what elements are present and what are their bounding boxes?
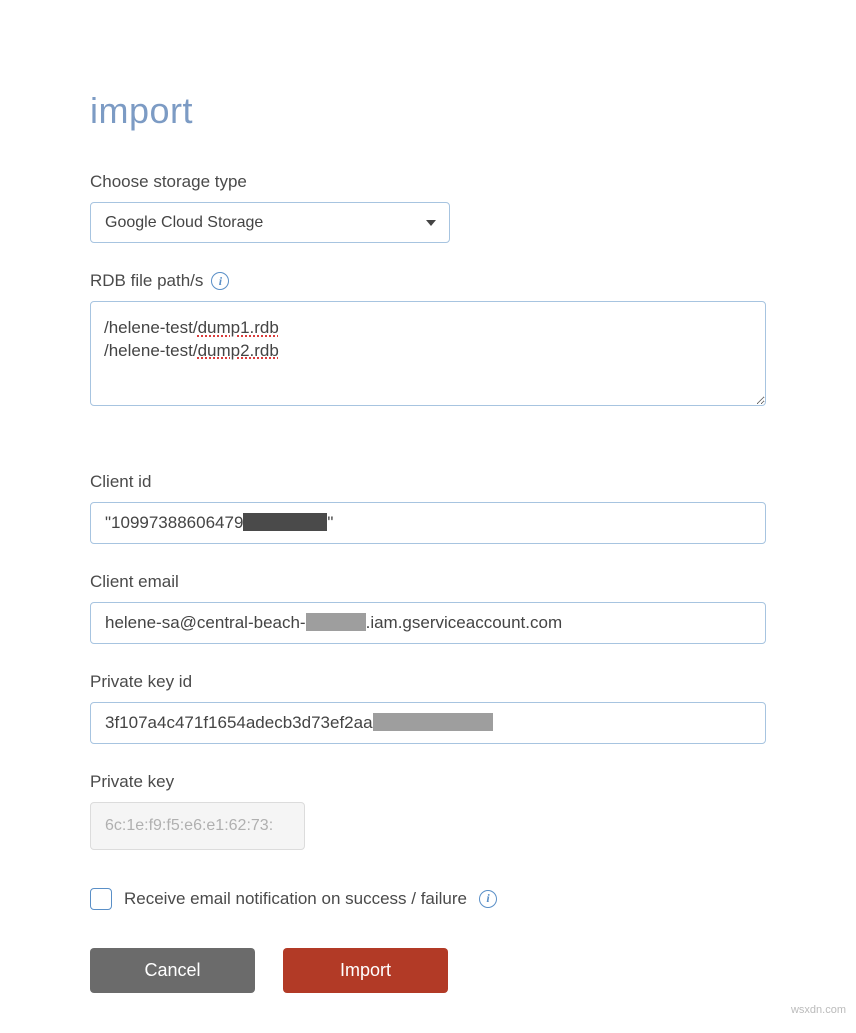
rdb-paths-textarea[interactable] [90, 301, 766, 406]
client-id-suffix: " [327, 513, 333, 533]
info-icon[interactable]: i [211, 272, 229, 290]
private-key-id-redacted [373, 713, 493, 731]
footer-watermark: wsxdn.com [791, 1004, 846, 1016]
client-email-redacted [306, 613, 366, 631]
info-icon[interactable]: i [479, 890, 497, 908]
private-key-group: Private key 6c:1e:f9:f5:e6:e1:62:73: [90, 772, 766, 850]
client-email-prefix: helene-sa@central-beach- [105, 613, 306, 633]
page-title: import [90, 90, 766, 132]
rdb-paths-label-row: RDB file path/s i [90, 271, 766, 291]
client-id-prefix: "10997388606479 [105, 513, 243, 533]
private-key-id-group: Private key id 3f107a4c471f1654adecb3d73… [90, 672, 766, 744]
rdb-paths-group: RDB file path/s i /helene-test/dump1.rdb… [90, 271, 766, 444]
client-email-suffix: .iam.gserviceaccount.com [366, 613, 563, 633]
private-key-label: Private key [90, 772, 766, 792]
client-email-group: Client email helene-sa@central-beach- .ia… [90, 572, 766, 644]
client-id-label: Client id [90, 472, 766, 492]
import-button[interactable]: Import [283, 948, 448, 993]
client-email-input[interactable]: helene-sa@central-beach- .iam.gserviceacc… [90, 602, 766, 644]
private-key-id-prefix: 3f107a4c471f1654adecb3d73ef2aa [105, 713, 373, 733]
storage-type-group: Choose storage type Google Cloud Storage [90, 172, 766, 243]
notify-row: Receive email notification on success / … [90, 888, 766, 910]
notify-label: Receive email notification on success / … [124, 889, 467, 909]
client-id-input[interactable]: "10997388606479 " [90, 502, 766, 544]
storage-type-label: Choose storage type [90, 172, 766, 192]
rdb-paths-label: RDB file path/s [90, 271, 203, 291]
private-key-id-label: Private key id [90, 672, 766, 692]
private-key-input[interactable]: 6c:1e:f9:f5:e6:e1:62:73: [90, 802, 305, 850]
storage-type-select-wrap: Google Cloud Storage [90, 202, 450, 243]
button-row: Cancel Import [90, 948, 766, 993]
cancel-button[interactable]: Cancel [90, 948, 255, 993]
client-id-redacted [243, 513, 327, 531]
client-id-group: Client id "10997388606479 " [90, 472, 766, 544]
storage-type-select[interactable]: Google Cloud Storage [90, 202, 450, 243]
notify-checkbox[interactable] [90, 888, 112, 910]
private-key-id-input[interactable]: 3f107a4c471f1654adecb3d73ef2aa [90, 702, 766, 744]
client-email-label: Client email [90, 572, 766, 592]
